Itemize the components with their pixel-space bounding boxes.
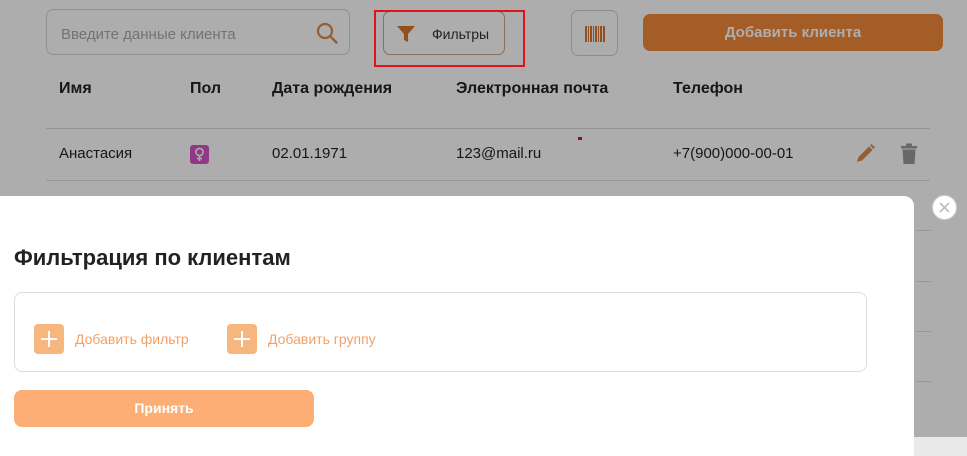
close-modal-button[interactable] <box>932 195 957 220</box>
add-filter-button[interactable]: Добавить фильтр <box>75 331 189 347</box>
add-filter-plus-icon[interactable] <box>34 324 64 354</box>
add-group-button[interactable]: Добавить группу <box>268 331 376 347</box>
filter-modal: Фильтрация по клиентам Добавить фильтр Д… <box>0 196 914 456</box>
add-group-plus-icon[interactable] <box>227 324 257 354</box>
close-icon <box>939 202 950 213</box>
apply-button[interactable]: Принять <box>14 390 314 427</box>
filter-panel: Добавить фильтр Добавить группу <box>14 292 867 372</box>
modal-title: Фильтрация по клиентам <box>14 245 291 270</box>
